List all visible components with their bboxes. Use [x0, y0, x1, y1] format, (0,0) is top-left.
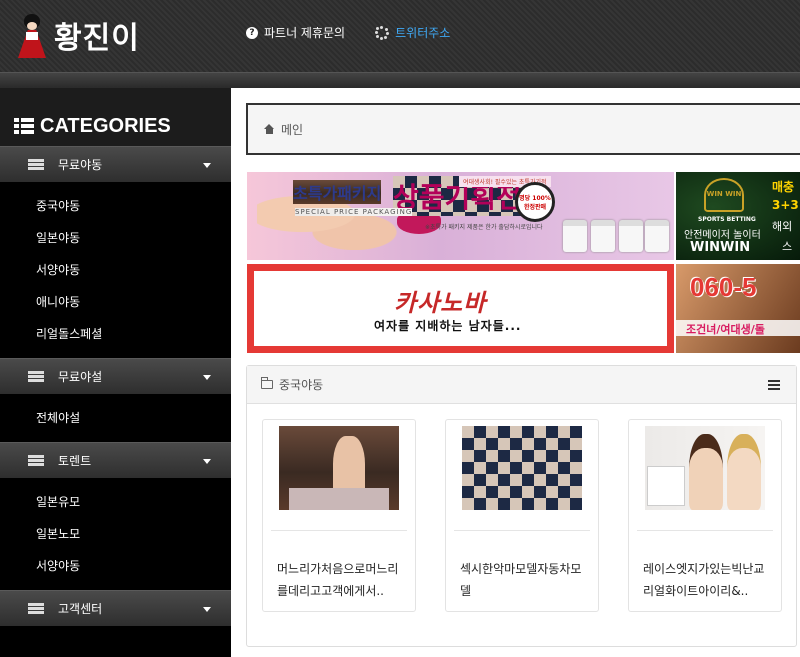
hanbok-figure-icon [14, 12, 50, 58]
win-badge-text: WIN WIN [706, 190, 742, 198]
video-card[interactable]: 레이스엣지가있는빅난교리얼화이트아이리&.. [628, 419, 782, 612]
bars-icon [28, 159, 44, 170]
casanova-sub: 여자를 지배하는 남자들... [374, 319, 522, 333]
card-divider [454, 530, 590, 531]
sidebar-item-jp-uncensored[interactable]: 일본노모 [36, 518, 231, 550]
banner-headline-a: 초특가패키지 [293, 180, 382, 204]
folder-icon [260, 377, 273, 389]
categories-title: CATEGORIES [40, 114, 171, 137]
twitter-address-link[interactable]: 트위터주소 [375, 24, 450, 41]
caret-down-icon [203, 459, 211, 464]
top-nav: ? 파트너 제휴문의 트위터주소 [246, 24, 450, 41]
header-divider [0, 72, 800, 88]
banner-winwin[interactable]: WIN WIN SPORTS BETTING 안전메이저 놀이터 WINWIN … [676, 172, 800, 260]
sidebar-section-free-videos[interactable]: 무료야동 [0, 146, 231, 182]
winwin-brand: WINWIN [690, 240, 751, 255]
sidebar-item-anime[interactable]: 애니야동 [36, 286, 231, 318]
video-card[interactable]: 섹시한악마모델자동차모델 [445, 419, 599, 612]
video-thumbnail[interactable] [645, 426, 765, 510]
clock-text: 명당 100% 한정판매 [519, 195, 551, 211]
partner-inquiry-label: 파트너 제휴문의 [264, 26, 346, 40]
spinner-icon [375, 25, 390, 40]
sports-betting-text: SPORTS BETTING [698, 216, 756, 223]
partner-inquiry-link[interactable]: ? 파트너 제휴문의 [246, 24, 345, 41]
site-header: 황진이 ? 파트너 제휴문의 트위터주소 [0, 0, 800, 72]
panel-header: 중국야동 [247, 366, 796, 404]
caret-down-icon [203, 163, 211, 168]
bars-icon [28, 455, 44, 466]
sidebar-item-realdoll[interactable]: 리얼돌스페셜 [36, 318, 231, 350]
caret-down-icon [203, 375, 211, 380]
video-panel: 중국야동 머느리가처음으로머느리를데리고고객에게서.. 섹시한악마모델자동차모델… [246, 365, 797, 647]
logo-text: 황진이 [54, 21, 140, 56]
bottle-icon [591, 220, 615, 252]
sidebar-item-western-torrent[interactable]: 서양야동 [36, 550, 231, 582]
banner-note: ※초특가 패키지 제품은 한가 출담하시로입니다 [425, 224, 543, 231]
casanova-logo: 카사노바 [394, 288, 487, 317]
bottle-icon [645, 220, 669, 252]
alarm-clock-icon: 명당 100% 한정판매 [515, 182, 555, 222]
card-divider [637, 530, 773, 531]
phone-number: 060-5 [690, 272, 757, 302]
panel-title[interactable]: 중국야동 [279, 376, 323, 393]
categories-heading: CATEGORIES [0, 88, 231, 146]
banner-side-1: 매충 [772, 180, 795, 194]
banner-side-3: 해외 [772, 220, 793, 233]
video-thumbnail[interactable] [279, 426, 399, 510]
video-thumbnail[interactable] [462, 426, 582, 510]
sidebar-item-western[interactable]: 서양야동 [36, 254, 231, 286]
banner-sub: SPECIAL PRICE PACKAGING [295, 208, 413, 216]
sidebar-item-chinese[interactable]: 중국야동 [36, 190, 231, 222]
banner-side-2: 3+3 [772, 198, 799, 212]
video-title[interactable]: 레이스엣지가있는빅난교리얼화이트아이리&.. [643, 558, 773, 602]
banner-bar-text: 조건녀/여대생/돌 [686, 323, 765, 336]
banner-bar: 조건녀/여대생/돌 [676, 320, 800, 336]
sidebar-section-torrent[interactable]: 토렌트 [0, 442, 231, 478]
sidebar-item-jp-censored[interactable]: 일본유모 [36, 486, 231, 518]
video-title[interactable]: 섹시한악마모델자동차모델 [460, 558, 590, 602]
banner-casanova[interactable]: 카사노바 여자를 지배하는 남자들... [247, 264, 674, 353]
sidebar: CATEGORIES 무료야동 중국야동 일본야동 서양야동 애니야동 리얼돌스… [0, 88, 231, 657]
card-divider [271, 530, 407, 531]
bars-icon [28, 371, 44, 382]
section-label: 무료야설 [58, 370, 103, 384]
safe-major-text: 안전메이저 놀이터 [684, 230, 761, 241]
section-label: 토렌트 [58, 454, 92, 468]
sidebar-section-free-stories[interactable]: 무료야설 [0, 358, 231, 394]
list-view-icon[interactable] [768, 380, 780, 390]
twitter-address-label: 트위터주소 [395, 26, 451, 40]
section-label: 고객센터 [58, 602, 103, 616]
video-title[interactable]: 머느리가처음으로머느리를데리고고객에게서.. [277, 558, 407, 602]
banner-060[interactable]: 060-5 조건녀/여대생/돌 [676, 264, 800, 353]
bottle-icon [619, 220, 643, 252]
banner-side-4: 스 [782, 240, 793, 253]
home-icon [264, 124, 275, 134]
video-card[interactable]: 머느리가처음으로머느리를데리고고객에게서.. [262, 419, 416, 612]
breadcrumb: 메인 [246, 103, 800, 155]
bars-icon [28, 603, 44, 614]
sidebar-item-japanese[interactable]: 일본야동 [36, 222, 231, 254]
laurel-badge-icon: WIN WIN [704, 178, 744, 212]
sidebar-sublist: 일본유모 일본노모 서양야동 [0, 478, 231, 590]
sidebar-section-support[interactable]: 고객센터 [0, 590, 231, 626]
main-content: 메인 초특가패키지 상품기획전! SPECIAL PRICE PACKAGING… [231, 88, 800, 657]
list-icon [14, 118, 34, 134]
sidebar-sublist: 전체야설 [0, 394, 231, 442]
banner-special-package[interactable]: 초특가패키지 상품기획전! SPECIAL PRICE PACKAGING ※초… [247, 172, 674, 260]
section-label: 무료야동 [58, 158, 103, 172]
site-logo[interactable]: 황진이 [14, 12, 140, 58]
breadcrumb-home[interactable]: 메인 [281, 121, 303, 138]
sidebar-sublist: 중국야동 일본야동 서양야동 애니야동 리얼돌스페셜 [0, 182, 231, 358]
caret-down-icon [203, 607, 211, 612]
question-circle-icon: ? [246, 26, 258, 39]
bottle-icon [563, 220, 587, 252]
sidebar-item-all-stories[interactable]: 전체야설 [36, 402, 231, 434]
